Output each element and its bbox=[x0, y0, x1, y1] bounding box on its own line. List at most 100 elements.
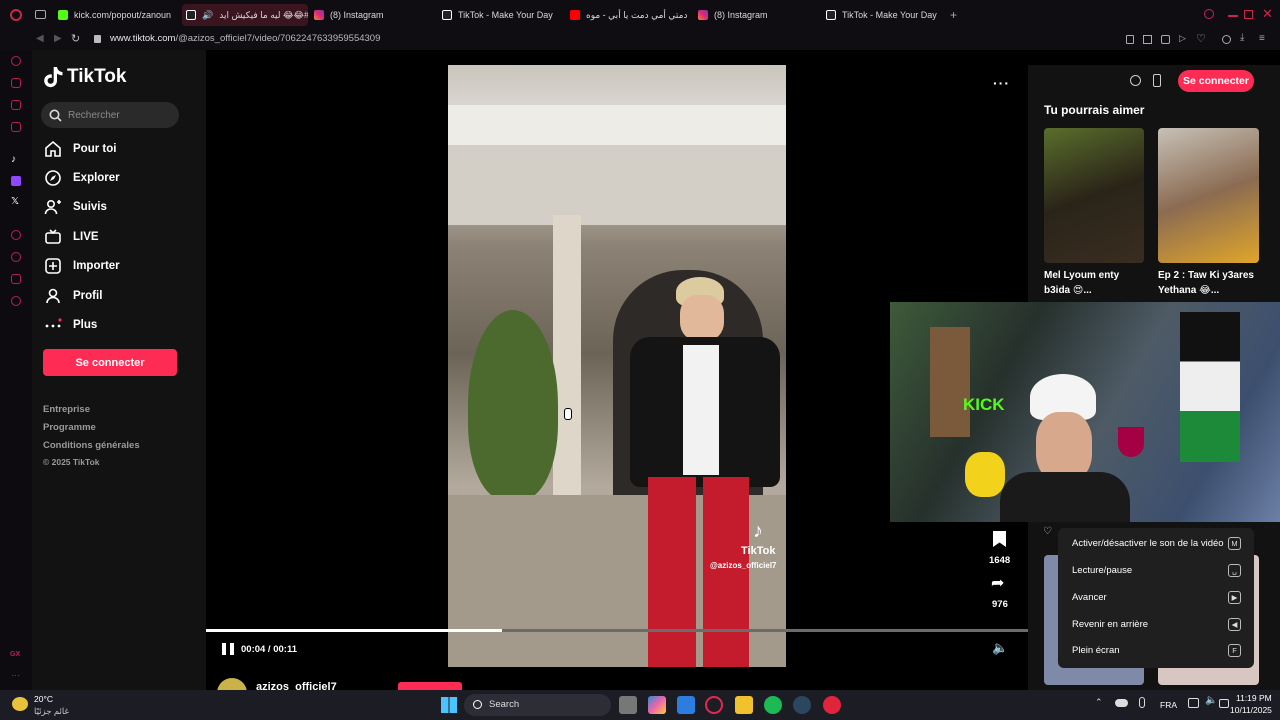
menu-item-forward[interactable]: Avancer bbox=[1072, 592, 1107, 603]
explore-icon[interactable] bbox=[1130, 75, 1141, 86]
footer-link-terms[interactable]: Conditions générales bbox=[43, 440, 140, 451]
clock-time[interactable]: 11:19 PM bbox=[1236, 693, 1272, 703]
bookmark-icon[interactable] bbox=[993, 531, 1006, 547]
like-icon[interactable]: ♡ bbox=[1043, 526, 1052, 537]
file-explorer-icon[interactable] bbox=[735, 696, 753, 714]
x-icon[interactable]: 𝕏 bbox=[11, 196, 19, 207]
menu-item-back[interactable]: Revenir en arrière bbox=[1072, 619, 1148, 630]
snapshot-icon[interactable] bbox=[1143, 35, 1152, 44]
player-icon[interactable]: ▷ bbox=[1179, 33, 1186, 44]
tiktok-sidebar-icon[interactable]: ♪ bbox=[11, 154, 16, 165]
search-placeholder: Rechercher bbox=[68, 109, 120, 121]
download-icon[interactable]: ⤓ bbox=[1240, 32, 1244, 43]
heart-icon[interactable]: ♡ bbox=[1196, 32, 1206, 45]
twitch-icon[interactable] bbox=[11, 176, 21, 186]
volume-tray-icon[interactable]: 🔈 bbox=[1205, 695, 1217, 706]
sidebar-item-upload[interactable]: Importer bbox=[44, 257, 120, 275]
footer-link-company[interactable]: Entreprise bbox=[43, 404, 90, 415]
battery-icon[interactable] bbox=[1219, 699, 1229, 708]
sidebar-item-following[interactable]: Suivis bbox=[44, 198, 107, 216]
url-field[interactable]: www.tiktok.com/@azizos_officiel7/video/7… bbox=[110, 33, 380, 44]
history-icon[interactable] bbox=[11, 252, 21, 262]
tab-instagram-1[interactable]: (8) Instagram bbox=[310, 4, 430, 26]
clock-date[interactable]: 10/11/2025 bbox=[1230, 705, 1272, 715]
account-icon[interactable] bbox=[1222, 35, 1231, 44]
pause-icon[interactable] bbox=[222, 643, 234, 655]
new-tab-icon[interactable]: + bbox=[950, 8, 957, 22]
tray-chevron-icon[interactable]: ⌃ bbox=[1095, 697, 1103, 708]
progress-track[interactable] bbox=[206, 629, 1028, 632]
messenger-icon[interactable] bbox=[11, 100, 21, 110]
app-icon[interactable] bbox=[1153, 74, 1161, 87]
app-icon-red[interactable] bbox=[823, 696, 841, 714]
pin-icon[interactable] bbox=[1126, 35, 1134, 44]
gx-control-icon[interactable] bbox=[11, 56, 21, 66]
instagram-favicon-icon bbox=[314, 10, 324, 20]
tab-youtube[interactable]: دمتي أمي دمت يا أبي - موه bbox=[566, 4, 690, 26]
tab-tiktok-2[interactable]: TikTok - Make Your Day bbox=[822, 4, 946, 26]
menu-icon[interactable]: ≡ bbox=[1259, 33, 1265, 44]
spotify-icon[interactable] bbox=[764, 696, 782, 714]
card-caption[interactable]: Mel Lyoum enty b3ida 😍... bbox=[1044, 268, 1144, 298]
more-options-icon[interactable]: ··· bbox=[993, 75, 1010, 91]
forward-icon[interactable]: ▶ bbox=[54, 33, 62, 44]
network-icon[interactable] bbox=[1188, 698, 1199, 708]
start-button[interactable] bbox=[441, 697, 457, 713]
workspaces-icon[interactable] bbox=[35, 10, 46, 19]
steam-icon[interactable] bbox=[793, 696, 811, 714]
back-icon[interactable]: ◀ bbox=[36, 33, 44, 44]
login-button[interactable]: Se connecter bbox=[43, 349, 177, 376]
video-frame[interactable]: ♪ TikTok @azizos_officiel7 bbox=[448, 65, 786, 667]
gx-corner-icon[interactable] bbox=[11, 78, 21, 88]
reload-icon[interactable]: ↻ bbox=[71, 32, 80, 45]
volume-icon[interactable]: 🔈 bbox=[992, 640, 1008, 656]
store-icon[interactable] bbox=[677, 696, 695, 714]
onedrive-icon[interactable] bbox=[1115, 699, 1128, 707]
close-window-icon[interactable]: ✕ bbox=[1262, 6, 1273, 22]
card-caption[interactable]: Ep 2 : Taw Ki y3ares Yethana 😂... bbox=[1158, 268, 1268, 298]
sidebar-item-profile[interactable]: Profil bbox=[44, 287, 102, 305]
tiktok-logo[interactable]: TikTok bbox=[44, 66, 126, 88]
taskbar-search[interactable]: Search bbox=[464, 694, 611, 716]
keyboard-shortcut-menu: Activer/désactiver le son de la vidéo M … bbox=[1058, 528, 1254, 668]
tab-label: (8) Instagram bbox=[330, 10, 384, 20]
tab-label: دمتي أمي دمت يا أبي - موه bbox=[586, 9, 688, 20]
copilot-icon[interactable] bbox=[648, 696, 666, 714]
settings-icon[interactable] bbox=[11, 296, 21, 306]
menu-item-play-pause[interactable]: Lecture/pause bbox=[1072, 565, 1132, 576]
tab-tiktok-1[interactable]: TikTok - Make Your Day bbox=[438, 4, 562, 26]
opera-logo-icon[interactable] bbox=[10, 9, 22, 21]
tab-tiktok-video[interactable]: 🔊 ليه ما فيكيش ايد 😂😂# bbox=[182, 4, 308, 26]
sidebar-more-icon[interactable]: ··· bbox=[11, 670, 20, 680]
search-tabs-icon[interactable] bbox=[1204, 9, 1214, 19]
vpn-icon[interactable] bbox=[1161, 35, 1170, 44]
footer-link-program[interactable]: Programme bbox=[43, 422, 96, 433]
sidebar-item-explore[interactable]: Explorer bbox=[44, 169, 120, 187]
task-view-icon[interactable] bbox=[619, 696, 637, 714]
mail-icon[interactable] bbox=[11, 122, 21, 132]
player-sidebar-icon[interactable] bbox=[11, 230, 21, 240]
weather-icon[interactable] bbox=[12, 697, 28, 711]
opera-gx-taskbar-icon[interactable] bbox=[705, 696, 723, 714]
recommended-card-1[interactable] bbox=[1044, 128, 1144, 263]
sidebar-item-for-you[interactable]: Pour toi bbox=[44, 140, 116, 158]
minimize-icon[interactable] bbox=[1228, 15, 1238, 17]
share-icon[interactable]: ➦ bbox=[991, 573, 1004, 593]
tab-instagram-2[interactable]: (8) Instagram bbox=[694, 4, 818, 26]
sidebar-item-more[interactable]: Plus bbox=[44, 316, 97, 334]
tab-kick[interactable]: kick.com/popout/zanoun bbox=[54, 4, 174, 26]
sidebar-item-live[interactable]: LIVE bbox=[44, 228, 99, 246]
menu-item-fullscreen[interactable]: Plein écran bbox=[1072, 645, 1120, 656]
weather-temp[interactable]: 20°C bbox=[34, 694, 53, 704]
recommended-card-2[interactable] bbox=[1158, 128, 1259, 263]
weather-desc[interactable]: غائم جزئيًا bbox=[34, 706, 69, 717]
menu-item-mute[interactable]: Activer/désactiver le son de la vidéo bbox=[1072, 538, 1224, 549]
extensions-icon[interactable] bbox=[11, 274, 21, 284]
speaker-icon[interactable]: 🔊 bbox=[202, 10, 213, 21]
restore-icon[interactable] bbox=[1244, 10, 1253, 19]
search-input[interactable]: Rechercher bbox=[41, 102, 179, 128]
header-login-button[interactable]: Se connecter bbox=[1178, 70, 1254, 92]
follow-button[interactable] bbox=[398, 682, 462, 690]
mic-icon[interactable] bbox=[1139, 697, 1145, 708]
language-indicator[interactable]: FRA bbox=[1160, 700, 1177, 710]
